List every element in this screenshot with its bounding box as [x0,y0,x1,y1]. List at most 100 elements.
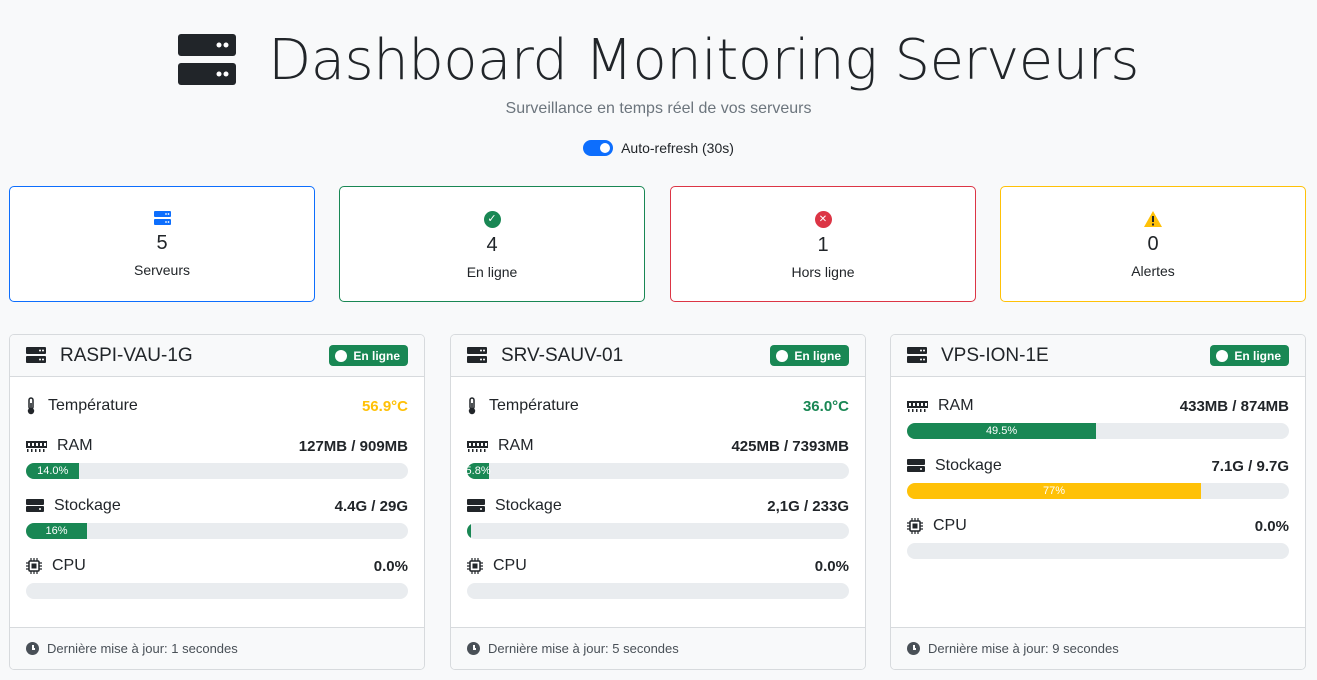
progress-fill: 16% [26,523,88,539]
last-update-text: Dernière mise à jour: 9 secondes [928,641,1119,656]
metric-cpu: CPU 0.0% [467,555,849,615]
metric-ram: RAM 425MB / 7393MB 5.8% [467,435,849,495]
hard-drive-icon [26,499,44,513]
progress-fill [467,523,471,539]
progress-fill: 14.0% [26,463,80,479]
progress-bar: 49.5% [907,423,1289,439]
metric-ram: RAM 433MB / 874MB 49.5% [907,395,1289,455]
progress-bar [26,583,408,599]
metric-label: Température [48,397,138,414]
progress-bar: 16% [26,523,408,539]
warning-icon [1144,211,1162,227]
server-card-body: RAM 433MB / 874MB 49.5% Stockage 7.1G / … [891,377,1305,629]
metric-value: 7.1G / 9.7G [1211,457,1289,475]
progress-bar: 5.8% [467,463,849,479]
metric-label: RAM [57,437,93,454]
progress-fill: 77% [907,483,1202,499]
server-icon [26,347,46,364]
server-icon [153,211,171,226]
server-card-header: VPS-ION-1E En ligne [891,335,1305,377]
metric-value: 0.0% [814,557,849,575]
status-badge: En ligne [329,345,408,366]
server-card-footer: Dernière mise à jour: 5 secondes [451,627,865,669]
stat-card-servers: 5 Serveurs [9,186,315,302]
metric-value: 4.4G / 29G [334,497,408,515]
metric-label: CPU [52,557,86,574]
server-card-body: Température 36.0°C RAM 425MB / 7393MB 5.… [451,377,865,629]
stat-label: Alertes [1131,263,1175,279]
server-card-body: Température 56.9°C RAM 127MB / 909MB 14.… [10,377,424,629]
server-name: SRV-SAUV-01 [501,344,624,366]
metric-label: CPU [933,517,967,534]
metric-storage: Stockage 7.1G / 9.7G 77% [907,455,1289,515]
metric-storage: Stockage 2,1G / 233G [467,495,849,555]
last-update-text: Dernière mise à jour: 1 secondes [47,641,238,656]
hard-drive-icon [467,499,485,513]
metric-storage: Stockage 4.4G / 29G 16% [26,495,408,555]
metric-label: RAM [938,397,974,414]
metric-value: 56.9°C [361,397,408,415]
server-card-footer: Dernière mise à jour: 1 secondes [10,627,424,669]
status-dot-icon [1216,349,1229,362]
page-subtitle: Surveillance en temps réel de vos serveu… [505,100,812,117]
stat-label: Serveurs [133,262,191,278]
check-circle-icon: ✓ [483,211,501,228]
server-icon [467,347,487,364]
auto-refresh-label: Auto-refresh (30s) [621,140,734,156]
thermometer-icon [26,397,36,415]
metric-value: 2,1G / 233G [767,497,849,515]
metric-cpu: CPU 0.0% [26,555,408,615]
status-text: En ligne [1234,348,1281,363]
page-title: Dashboard Monitoring Serveurs [268,27,1139,93]
status-badge: En ligne [770,345,849,366]
stat-card-offline: ✕ 1 Hors ligne [670,186,976,302]
cpu-icon [907,518,923,534]
metric-value: 36.0°C [802,397,849,415]
metric-label: Stockage [54,497,121,514]
progress-bar: 77% [907,483,1289,499]
clock-icon [467,642,480,655]
metric-label: RAM [498,437,534,454]
server-name: VPS-ION-1E [941,344,1049,366]
x-circle-icon: ✕ [814,211,832,228]
status-dot-icon [776,349,789,362]
server-card-footer: Dernière mise à jour: 9 secondes [891,627,1305,669]
server-card: SRV-SAUV-01 En ligne Température 36.0°C … [450,334,866,670]
metric-value: 425MB / 7393MB [731,437,849,455]
metric-cpu: CPU 0.0% [907,515,1289,575]
page-header: Dashboard Monitoring Serveurs [0,22,1317,98]
metric-ram: RAM 127MB / 909MB 14.0% [26,435,408,495]
server-card-header: SRV-SAUV-01 En ligne [451,335,865,377]
cpu-icon [467,558,483,574]
stat-card-online: ✓ 4 En ligne [339,186,645,302]
server-icon [907,347,927,364]
metric-value: 0.0% [1254,517,1289,535]
stat-value: 5 [156,232,168,254]
server-card: VPS-ION-1E En ligne RAM 433MB / 874MB 49… [890,334,1306,670]
hard-drive-icon [907,459,925,473]
metric-value: 0.0% [373,557,408,575]
progress-bar [467,523,849,539]
stat-label: Hors ligne [791,264,855,280]
progress-bar: 14.0% [26,463,408,479]
last-update-text: Dernière mise à jour: 5 secondes [488,641,679,656]
status-dot-icon [335,349,348,362]
status-text: En ligne [353,348,400,363]
stat-value: 0 [1147,233,1159,255]
memory-icon [467,440,488,452]
server-name: RASPI-VAU-1G [60,344,193,366]
stat-label: En ligne [466,264,518,280]
clock-icon [907,642,920,655]
memory-icon [907,400,928,412]
server-card-header: RASPI-VAU-1G En ligne [10,335,424,377]
stat-card-alerts: 0 Alertes [1000,186,1306,302]
progress-fill: 5.8% [467,463,491,479]
auto-refresh-toggle[interactable] [583,140,614,156]
clock-icon [26,642,39,655]
metric-label: CPU [493,557,527,574]
progress-bar [907,543,1289,559]
metric-value: 433MB / 874MB [1179,397,1289,415]
thermometer-icon [467,397,477,415]
status-text: En ligne [794,348,841,363]
metric-label: Stockage [495,497,562,514]
